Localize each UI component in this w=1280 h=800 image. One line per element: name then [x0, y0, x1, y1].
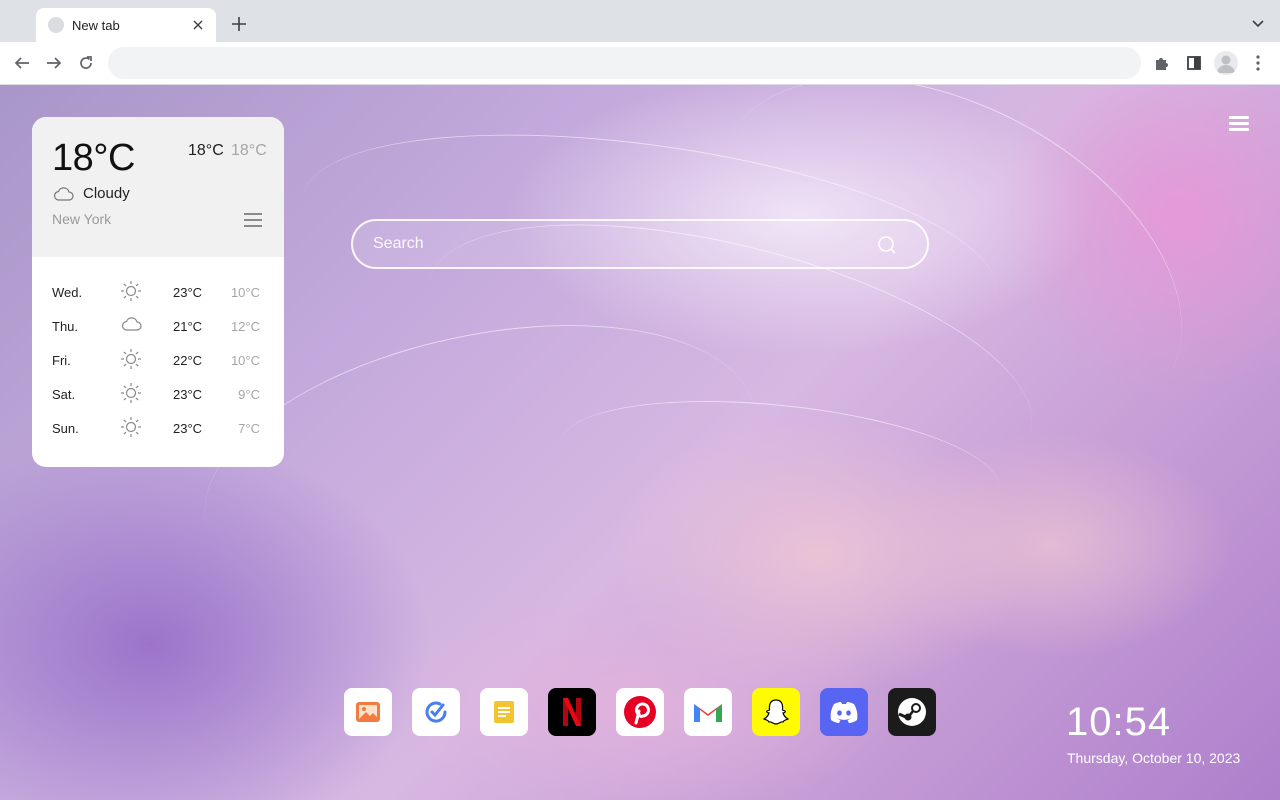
discord-icon: [830, 702, 858, 723]
new-tab-page: 18°C 18°C 18°C Cloudy New York Wed. 23°C…: [0, 85, 1280, 800]
forecast-high: 23°C: [173, 421, 203, 436]
forecast-high: 21°C: [173, 319, 203, 334]
arrow-right-icon: [47, 57, 62, 69]
favicon-icon: [48, 17, 64, 33]
clock-time: 10:54: [1066, 700, 1172, 744]
hamburger-icon: [244, 213, 262, 215]
forecast-day: Sun.: [52, 421, 79, 436]
forecast-row: Sat. 23°C 9°C: [32, 377, 284, 411]
reload-button[interactable]: [74, 51, 98, 75]
forecast-day: Sat.: [52, 387, 76, 402]
page-menu-button[interactable]: [1229, 116, 1249, 134]
profile-avatar[interactable]: [1214, 51, 1238, 75]
tab-search-button[interactable]: [1248, 14, 1268, 34]
forward-button[interactable]: [42, 51, 66, 75]
weather-condition: Cloudy: [83, 185, 130, 202]
sun-icon: [121, 383, 141, 403]
weather-widget: 18°C 18°C 18°C Cloudy New York Wed. 23°C…: [32, 117, 284, 467]
shortcut-tasks[interactable]: [412, 688, 460, 736]
hamburger-icon: [1229, 116, 1249, 119]
side-panel-button[interactable]: [1182, 51, 1206, 75]
forecast-high: 23°C: [173, 285, 203, 300]
shortcut-notes[interactable]: [480, 688, 528, 736]
forecast-low: 10°C: [230, 353, 260, 368]
shortcut-pinterest[interactable]: [616, 688, 664, 736]
current-temperature: 18°C: [52, 137, 135, 179]
browser-toolbar: [0, 42, 1280, 85]
arrow-left-icon: [14, 57, 29, 69]
netflix-icon: [563, 698, 581, 726]
forecast-low: 10°C: [230, 285, 260, 300]
weather-menu-button[interactable]: [244, 213, 262, 229]
clock-date: Thursday, October 10, 2023: [1067, 750, 1241, 766]
weather-city: New York: [52, 211, 112, 227]
sun-icon: [121, 417, 141, 437]
weather-current: 18°C 18°C 18°C Cloudy New York: [32, 117, 284, 257]
forecast-day: Fri.: [52, 353, 71, 368]
cloud-icon: [121, 317, 142, 331]
snapchat-icon: [762, 699, 790, 725]
today-low: 18°C: [231, 142, 267, 159]
forecast-day: Thu.: [52, 319, 79, 334]
chevron-down-icon: [1252, 20, 1264, 28]
shortcut-snapchat[interactable]: [752, 688, 800, 736]
extensions-button[interactable]: [1150, 51, 1174, 75]
photo-icon: [356, 702, 380, 722]
shortcut-discord[interactable]: [820, 688, 868, 736]
kebab-menu-icon: [1256, 55, 1260, 71]
steam-icon: [898, 698, 926, 726]
person-icon: [1217, 55, 1235, 73]
sun-icon: [121, 349, 141, 369]
shortcut-dock: [344, 688, 936, 736]
forecast-row: Sun. 23°C 7°C: [32, 411, 284, 445]
today-high: 18°C: [188, 142, 224, 159]
tab-title: New tab: [72, 17, 120, 33]
forecast-row: Thu. 21°C 12°C: [32, 309, 284, 343]
gmail-icon: [694, 704, 722, 722]
pinterest-icon: [624, 696, 656, 728]
cloud-icon: [53, 187, 74, 201]
forecast-low: 9°C: [238, 387, 260, 402]
browser-menu-button[interactable]: [1246, 51, 1270, 75]
tab-strip: New tab: [0, 0, 1280, 42]
shortcut-photos[interactable]: [344, 688, 392, 736]
address-bar[interactable]: [108, 47, 1141, 79]
shortcut-gmail[interactable]: [684, 688, 732, 736]
forecast-high: 23°C: [173, 387, 203, 402]
forecast-list: Wed. 23°C 10°C Thu. 21°C 12°C Fri. 22°C …: [32, 275, 284, 445]
forecast-low: 7°C: [238, 421, 260, 436]
tab-new-tab[interactable]: New tab: [36, 8, 216, 42]
check-circle-icon: [425, 701, 447, 723]
forecast-day: Wed.: [52, 285, 83, 300]
reload-icon: [80, 56, 92, 69]
search-input[interactable]: [373, 221, 873, 267]
side-panel-icon: [1187, 56, 1201, 70]
search-icon[interactable]: [877, 235, 897, 255]
back-button[interactable]: [10, 51, 34, 75]
close-icon: [193, 20, 203, 30]
forecast-row: Fri. 22°C 10°C: [32, 343, 284, 377]
forecast-high: 22°C: [173, 353, 203, 368]
forecast-low: 12°C: [230, 319, 260, 334]
close-tab-button[interactable]: [190, 17, 206, 33]
shortcut-netflix[interactable]: [548, 688, 596, 736]
search-box: [351, 219, 929, 269]
notes-icon: [494, 701, 514, 723]
new-tab-button[interactable]: [228, 13, 250, 35]
plus-icon: [232, 17, 246, 31]
puzzle-icon: [1156, 58, 1168, 70]
shortcut-steam[interactable]: [888, 688, 936, 736]
sun-icon: [121, 281, 141, 301]
forecast-row: Wed. 23°C 10°C: [32, 275, 284, 309]
